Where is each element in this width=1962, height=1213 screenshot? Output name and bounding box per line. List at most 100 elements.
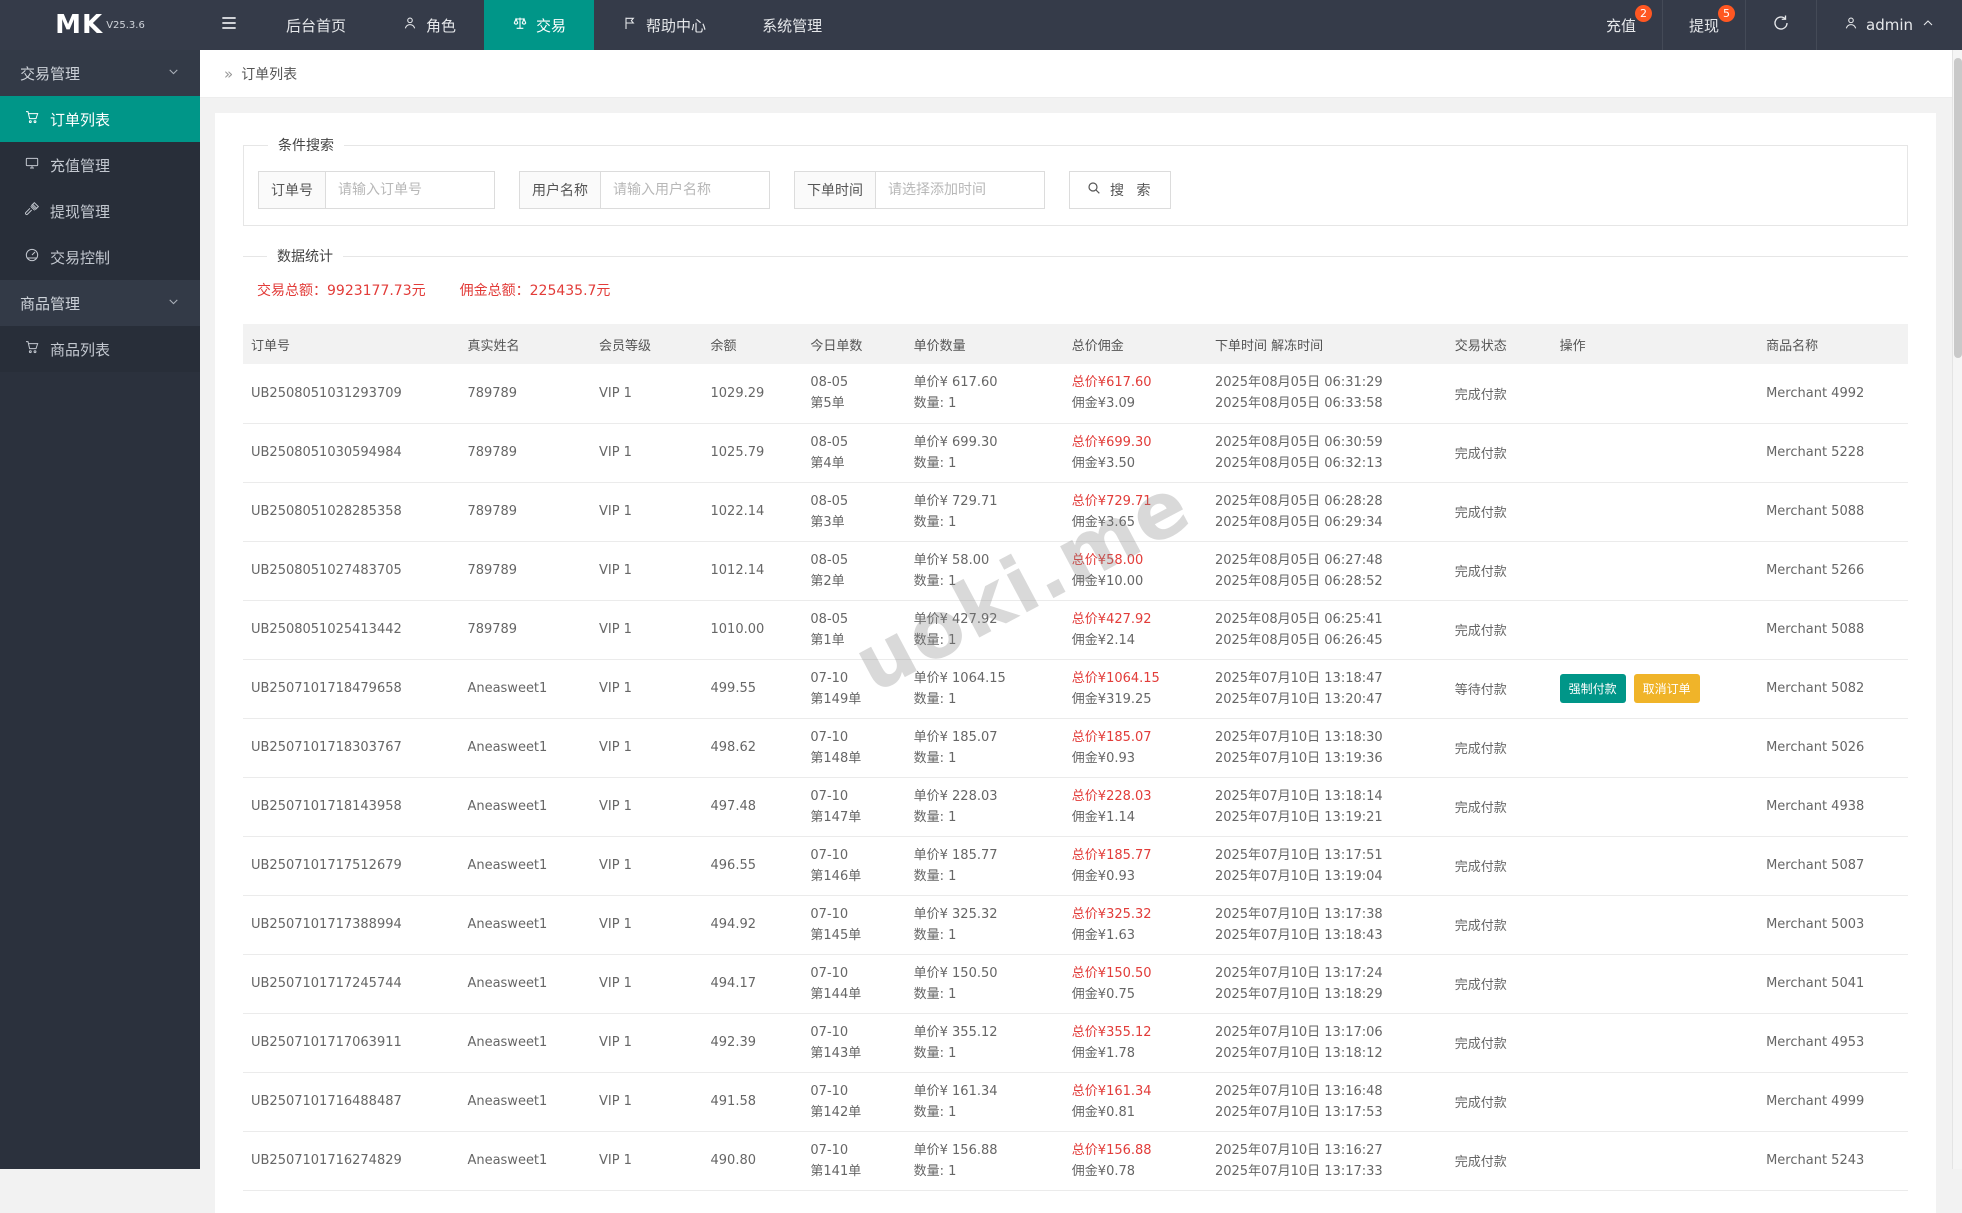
cell-status: 完成付款 [1447, 1013, 1552, 1072]
cell-line-1: 08-05 [810, 432, 897, 453]
sidebar-item-product-list[interactable]: 商品列表 [0, 326, 200, 372]
sidebar: 交易管理 订单列表 充值管理 提现管理 交易控制 商品管理 [0, 50, 200, 1169]
cell-line-2: 第147单 [810, 807, 897, 828]
cell-line-2: 2025年08月05日 06:29:34 [1215, 512, 1439, 533]
cell-line-2: 佣金¥0.81 [1072, 1102, 1199, 1123]
sidebar-item-order-list[interactable]: 订单列表 [0, 96, 200, 142]
cell-daily-orders: 08-05第5单 [802, 364, 905, 423]
table-row: UB2507101717388994Aneasweet1VIP 1494.920… [243, 895, 1908, 954]
cell-line-2: 数量: 1 [914, 1102, 1056, 1123]
username-input[interactable] [601, 172, 769, 208]
cell-actions [1552, 1072, 1758, 1131]
cell-line-1: 总价¥58.00 [1072, 550, 1199, 571]
cell-balance: 1010.00 [703, 600, 803, 659]
cell-line-2: 佣金¥319.25 [1072, 689, 1199, 710]
cell-vip-level: VIP 1 [591, 1072, 703, 1131]
cell-actions [1552, 895, 1758, 954]
cell-daily-orders: 07-10第148单 [802, 718, 905, 777]
scrollbar-thumb[interactable] [1954, 58, 1962, 358]
cell-balance: 490.80 [703, 1131, 803, 1190]
cell-line-1: 单价¥ 156.88 [914, 1140, 1056, 1161]
cell-line-2: 佣金¥3.65 [1072, 512, 1199, 533]
cell-total-commission: 总价¥325.32佣金¥1.63 [1064, 895, 1207, 954]
cell-line-1: 总价¥699.30 [1072, 432, 1199, 453]
cell-product-name: Merchant 5088 [1758, 482, 1908, 541]
nav-item-roles[interactable]: 角色 [374, 0, 484, 50]
table-header: 订单号真实姓名会员等级余额今日单数单价数量总价佣金下单时间 解冻时间交易状态操作… [243, 324, 1908, 364]
cell-real-name: Aneasweet1 [459, 1131, 591, 1190]
chevron-up-icon [1920, 15, 1936, 35]
cell-times: 2025年08月05日 06:31:292025年08月05日 06:33:58 [1207, 364, 1447, 423]
recharge-button[interactable]: 充值 2 [1580, 0, 1662, 50]
cell-line-1: 总价¥617.60 [1072, 372, 1199, 393]
cell-order-id: UB2508051031293709 [243, 364, 459, 423]
cell-daily-orders: 07-10第146单 [802, 836, 905, 895]
cell-line-1: 08-05 [810, 609, 897, 630]
recharge-badge: 2 [1635, 5, 1652, 22]
breadcrumb: » 订单列表 [200, 50, 1962, 98]
cancel-order-button[interactable]: 取消订单 [1634, 674, 1700, 703]
cell-price-qty: 单价¥ 185.77数量: 1 [906, 836, 1064, 895]
cell-order-id: UB2507101718479658 [243, 659, 459, 718]
cell-total-commission: 总价¥228.03佣金¥1.14 [1064, 777, 1207, 836]
search-icon [1086, 180, 1102, 200]
nav-item-dashboard[interactable]: 后台首页 [258, 0, 374, 50]
cell-balance: 1029.29 [703, 364, 803, 423]
order-time-input[interactable] [876, 172, 1044, 208]
flag-icon [622, 15, 638, 35]
cell-product-name: Merchant 5266 [1758, 541, 1908, 600]
nav-item-trade[interactable]: 交易 [484, 0, 594, 50]
cell-vip-level: VIP 1 [591, 659, 703, 718]
cell-line-2: 佣金¥1.14 [1072, 807, 1199, 828]
cell-real-name: 789789 [459, 364, 591, 423]
sidebar-toggle-button[interactable] [200, 0, 258, 50]
cell-line-1: 单价¥ 325.32 [914, 904, 1056, 925]
sidebar-group-trade-management[interactable]: 交易管理 [0, 50, 200, 96]
page-scrollbar[interactable] [1952, 50, 1962, 1169]
cell-line-1: 2025年07月10日 13:18:30 [1215, 727, 1439, 748]
cell-line-1: 2025年08月05日 06:30:59 [1215, 432, 1439, 453]
search-button[interactable]: 搜 索 [1069, 171, 1171, 209]
cell-times: 2025年08月05日 06:27:482025年08月05日 06:28:52 [1207, 541, 1447, 600]
cell-line-1: 07-10 [810, 963, 897, 984]
sidebar-item-recharge-management[interactable]: 充值管理 [0, 142, 200, 188]
username-label: admin [1866, 16, 1913, 34]
nav-item-system-management[interactable]: 系统管理 [734, 0, 850, 50]
cell-line-2: 第142单 [810, 1102, 897, 1123]
cell-line-2: 数量: 1 [914, 1161, 1056, 1182]
cell-line-1: 2025年08月05日 06:27:48 [1215, 550, 1439, 571]
force-pay-button[interactable]: 强制付款 [1560, 674, 1626, 703]
cell-actions [1552, 954, 1758, 1013]
cell-line-2: 数量: 1 [914, 393, 1056, 414]
cell-line-1: 单价¥ 355.12 [914, 1022, 1056, 1043]
sidebar-group-product-management[interactable]: 商品管理 [0, 280, 200, 326]
order-no-input[interactable] [326, 172, 494, 208]
cell-line-2: 2025年07月10日 13:18:43 [1215, 925, 1439, 946]
withdraw-button[interactable]: 提现 5 [1662, 0, 1745, 50]
cart-icon [24, 109, 40, 129]
nav-item-help-center[interactable]: 帮助中心 [594, 0, 734, 50]
cell-price-qty: 单价¥ 228.03数量: 1 [906, 777, 1064, 836]
search-panel: 条件搜索 订单号 用户名称 下单时间 搜 索 [243, 135, 1908, 226]
cell-real-name: 789789 [459, 482, 591, 541]
cell-order-id: UB2508051027483705 [243, 541, 459, 600]
sidebar-item-trade-control[interactable]: 交易控制 [0, 234, 200, 280]
user-menu[interactable]: admin [1816, 0, 1962, 50]
cell-real-name: Aneasweet1 [459, 836, 591, 895]
cell-status: 完成付款 [1447, 895, 1552, 954]
cell-line-1: 单价¥ 729.71 [914, 491, 1056, 512]
withdraw-label: 提现 [1689, 15, 1719, 36]
cell-line-2: 数量: 1 [914, 807, 1056, 828]
cell-line-2: 数量: 1 [914, 866, 1056, 887]
cell-line-1: 08-05 [810, 491, 897, 512]
cell-vip-level: VIP 1 [591, 364, 703, 423]
cell-order-id: UB2508051030594984 [243, 423, 459, 482]
cell-order-id: UB2508051028285358 [243, 482, 459, 541]
cell-line-1: 单价¥ 161.34 [914, 1081, 1056, 1102]
table-row: UB2508051027483705789789VIP 11012.1408-0… [243, 541, 1908, 600]
cell-status: 完成付款 [1447, 954, 1552, 1013]
refresh-button[interactable] [1745, 0, 1816, 50]
stats-panel-legend: 数据统计 [267, 246, 343, 266]
transaction-total: 交易总额：9923177.73元 [257, 280, 426, 300]
sidebar-item-withdraw-management[interactable]: 提现管理 [0, 188, 200, 234]
